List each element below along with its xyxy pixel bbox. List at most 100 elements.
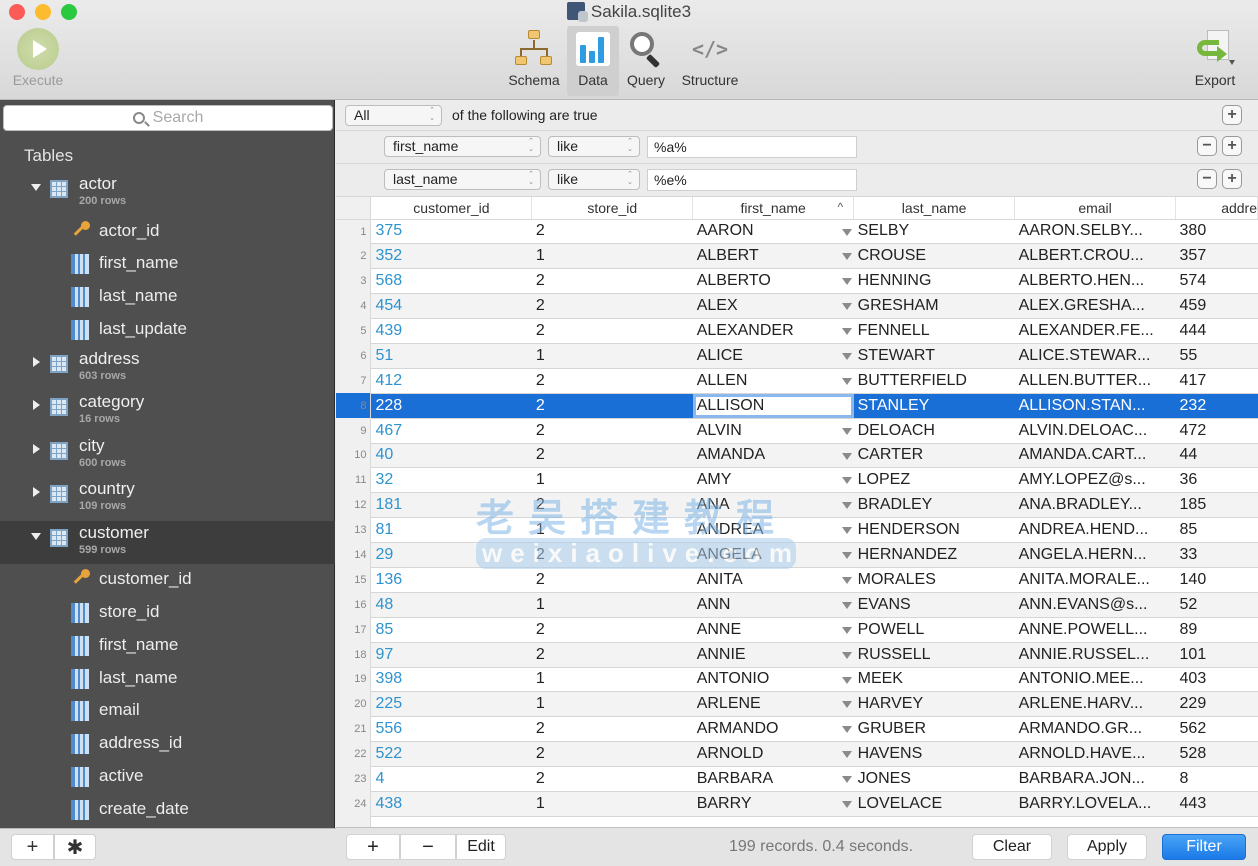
cell-email[interactable]: ALICE.STEWAR... <box>1014 343 1176 369</box>
column-item[interactable]: last_name <box>0 663 335 696</box>
cell-address-id[interactable]: 380 <box>1175 219 1258 245</box>
delete-row-button[interactable]: − <box>400 834 456 860</box>
table-row[interactable]: 14 29 2 ANGELA HERNANDEZ ANGELA.HERN... 33 <box>336 542 1258 568</box>
disclosure-closed-icon[interactable] <box>33 356 40 367</box>
cell-address-id[interactable]: 140 <box>1175 567 1258 593</box>
add-table-button[interactable]: + <box>11 834 54 860</box>
column-item[interactable]: first_name <box>0 248 335 281</box>
cell-address-id[interactable]: 36 <box>1175 467 1258 494</box>
cell-first-name[interactable]: AARON <box>692 219 854 245</box>
cell-address-id[interactable]: 8 <box>1175 766 1258 792</box>
foreign-key-arrow-icon[interactable] <box>841 303 852 311</box>
table-row[interactable]: 23 4 2 BARBARA JONES BARBARA.JON... 8 <box>336 766 1258 792</box>
column-item[interactable]: customer_id <box>0 564 335 597</box>
cell-last-name[interactable]: DELOACH <box>853 418 1015 444</box>
cell-first-name[interactable]: ANN <box>692 592 854 618</box>
cell-email[interactable]: ANNE.POWELL... <box>1014 617 1176 643</box>
cell-customer-id[interactable]: 522 <box>370 741 532 768</box>
cell-address-id[interactable]: 33 <box>1175 542 1258 568</box>
cell-last-name[interactable]: HARVEY <box>853 691 1015 718</box>
cell-store-id[interactable]: 2 <box>531 368 693 394</box>
cell-store-id[interactable]: 2 <box>531 567 693 593</box>
cell-first-name[interactable]: AMY <box>692 467 854 494</box>
disclosure-closed-icon[interactable] <box>33 443 40 454</box>
remove-rule-button[interactable]: − <box>1197 169 1217 189</box>
remove-rule-button[interactable]: − <box>1197 136 1217 156</box>
foreign-key-arrow-icon[interactable] <box>841 278 852 286</box>
cell-first-name[interactable]: ALBERTO <box>692 268 854 295</box>
cell-email[interactable]: ALLISON.STAN... <box>1014 393 1176 419</box>
foreign-key-arrow-icon[interactable] <box>841 527 852 535</box>
search-input[interactable]: Search <box>3 105 333 131</box>
cell-address-id[interactable]: 443 <box>1175 791 1258 817</box>
cell-customer-id[interactable]: 467 <box>370 418 532 444</box>
table-row[interactable]: 7 412 2 ALLEN BUTTERFIELD ALLEN.BUTTER... 417 <box>336 368 1258 394</box>
cell-email[interactable]: ANN.EVANS@s... <box>1014 592 1176 618</box>
cell-customer-id[interactable]: 454 <box>370 293 532 320</box>
cell-customer-id[interactable]: 32 <box>370 467 532 494</box>
cell-first-name[interactable]: ARLENE <box>692 691 854 718</box>
edit-button[interactable]: Edit <box>456 834 506 860</box>
cell-last-name[interactable]: LOPEZ <box>853 467 1015 494</box>
cell-last-name[interactable]: HAVENS <box>853 741 1015 768</box>
table-item-city[interactable]: city 600 rows <box>0 434 335 478</box>
cell-email[interactable]: ANITA.MORALE... <box>1014 567 1176 593</box>
tab-structure[interactable]: </> Structure <box>673 26 747 96</box>
settings-button[interactable]: ✱ <box>54 834 96 860</box>
apply-button[interactable]: Apply <box>1067 834 1147 860</box>
cell-address-id[interactable]: 89 <box>1175 617 1258 643</box>
table-item-customer[interactable]: customer 599 rows <box>0 520 335 565</box>
foreign-key-arrow-icon[interactable] <box>841 328 852 336</box>
cell-last-name[interactable]: HENNING <box>853 268 1015 295</box>
cell-first-name[interactable]: ANGELA <box>692 542 854 568</box>
cell-email[interactable]: ALEX.GRESHA... <box>1014 293 1176 320</box>
add-rule-button[interactable]: + <box>1222 169 1242 189</box>
cell-customer-id[interactable]: 568 <box>370 268 532 295</box>
cell-last-name[interactable]: SELBY <box>853 219 1015 245</box>
cell-email[interactable]: ALLEN.BUTTER... <box>1014 368 1176 394</box>
cell-store-id[interactable]: 2 <box>531 418 693 444</box>
table-row[interactable]: 3 568 2 ALBERTO HENNING ALBERTO.HEN... 574 <box>336 268 1258 295</box>
cell-store-id[interactable]: 1 <box>531 667 693 693</box>
cell-first-name[interactable]: ARNOLD <box>692 741 854 768</box>
foreign-key-arrow-icon[interactable] <box>841 800 852 808</box>
cell-email[interactable]: ALBERT.CROU... <box>1014 243 1176 270</box>
cell-address-id[interactable]: 85 <box>1175 517 1258 544</box>
cell-store-id[interactable]: 2 <box>531 617 693 643</box>
cell-first-name[interactable]: ANTONIO <box>692 667 854 693</box>
column-item[interactable]: store_id <box>0 597 335 630</box>
cell-last-name[interactable]: HERNANDEZ <box>853 542 1015 568</box>
cell-address-id[interactable]: 44 <box>1175 443 1258 469</box>
cell-email[interactable]: ANNIE.RUSSEL... <box>1014 642 1176 668</box>
cell-email[interactable]: AMANDA.CART... <box>1014 443 1176 469</box>
cell-customer-id[interactable]: 228 <box>370 393 532 419</box>
cell-customer-id[interactable]: 352 <box>370 243 532 270</box>
tab-query[interactable]: Query <box>621 26 671 96</box>
cell-email[interactable]: ARMANDO.GR... <box>1014 716 1176 743</box>
cell-store-id[interactable]: 2 <box>531 642 693 668</box>
cell-store-id[interactable]: 2 <box>531 741 693 768</box>
rule-column-select[interactable]: last_name <box>384 169 541 190</box>
cell-customer-id[interactable]: 29 <box>370 542 532 568</box>
table-row[interactable]: 9 467 2 ALVIN DELOACH ALVIN.DELOAC... 472 <box>336 418 1258 444</box>
cell-last-name[interactable]: RUSSELL <box>853 642 1015 668</box>
cell-first-name[interactable]: ALLEN <box>692 368 854 394</box>
execute-button[interactable]: Execute <box>10 28 66 88</box>
cell-address-id[interactable]: 472 <box>1175 418 1258 444</box>
tab-data[interactable]: Data <box>567 26 619 96</box>
cell-first-name[interactable]: ALICE <box>692 343 854 369</box>
data-grid[interactable]: customer_id store_id first_name ^ last_na… <box>336 197 1258 827</box>
table-item-country[interactable]: country 109 rows <box>0 477 335 521</box>
cell-email[interactable]: ANDREA.HEND... <box>1014 517 1176 544</box>
cell-last-name[interactable]: POWELL <box>853 617 1015 643</box>
cell-last-name[interactable]: HENDERSON <box>853 517 1015 544</box>
column-header[interactable]: last_name <box>853 197 1016 220</box>
cell-store-id[interactable]: 1 <box>531 592 693 618</box>
cell-store-id[interactable]: 1 <box>531 517 693 544</box>
cell-address-id[interactable]: 55 <box>1175 343 1258 369</box>
cell-customer-id[interactable]: 375 <box>370 219 532 245</box>
clear-button[interactable]: Clear <box>972 834 1052 860</box>
column-item[interactable]: address_id <box>0 728 335 761</box>
table-row[interactable]: 18 97 2 ANNIE RUSSELL ANNIE.RUSSEL... 101 <box>336 642 1258 668</box>
column-item[interactable]: first_name <box>0 630 335 663</box>
